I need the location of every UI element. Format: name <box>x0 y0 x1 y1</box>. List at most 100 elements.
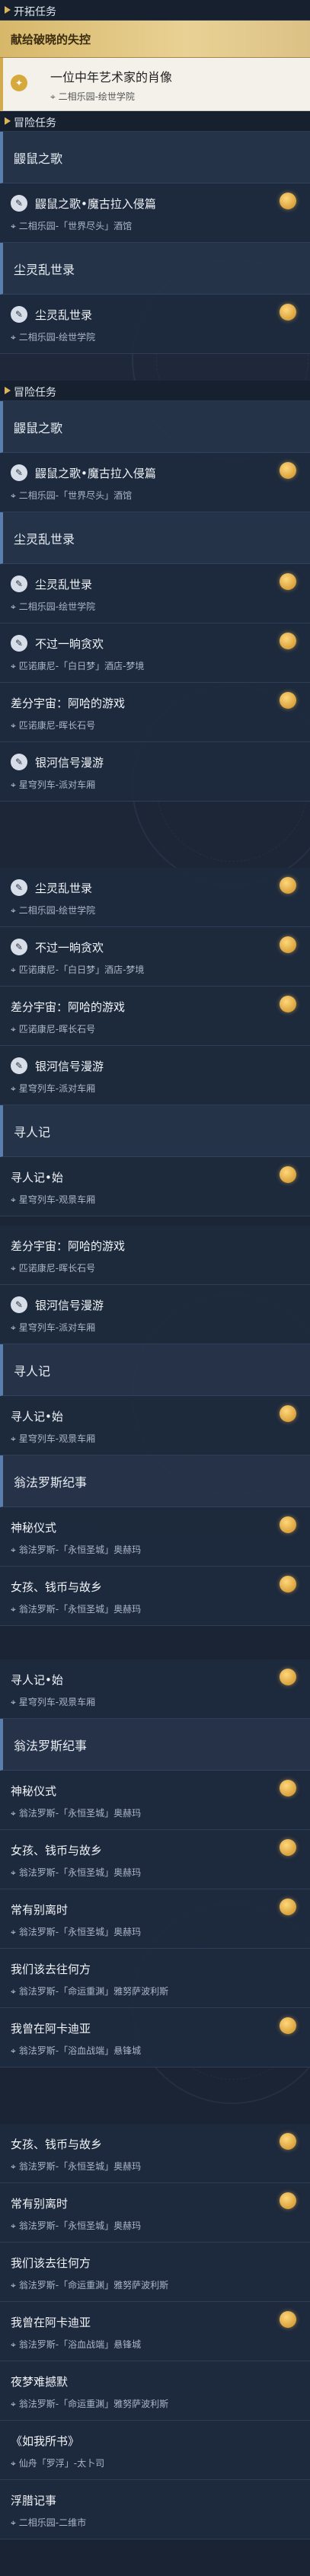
quest-location-text: 二相乐园-「世界尽头」酒馆 <box>18 490 133 501</box>
group-xrj[interactable]: 寻人记 <box>0 1344 310 1396</box>
quest-card[interactable]: 我们该去往何方 ⌖ 翁法罗斯-「命运重渊」雅努萨波利斯 <box>0 2243 310 2302</box>
quest-card[interactable]: ✎ 鼹鼠之歌•魔古拉入侵篇 ⌖ 二相乐园-「世界尽头」酒馆 <box>0 453 310 512</box>
quest-card[interactable]: ✎ 银河信号漫游 ⌖ 星穹列车-派对车厢 <box>0 1285 310 1344</box>
quest-card[interactable]: 差分宇宙：阿哈的游戏 ⌖ 匹诺康尼-晖长石号 <box>0 1226 310 1285</box>
quest-card[interactable]: ✎ 尘灵乱世录 ⌖ 二相乐园-绘世学院 <box>0 295 310 354</box>
quest-title: 女孩、钱币与故乡 <box>11 2138 103 2151</box>
gold-coin-icon <box>280 633 296 649</box>
quest-location-text: 二相乐园-二维市 <box>18 2517 87 2528</box>
quest-location: ⌖ 翁法罗斯-「永恒圣城」奥赫玛 <box>11 1866 141 1879</box>
map-pin-icon: ⌖ <box>11 2045 16 2056</box>
quest-location: ⌖ 二相乐园-绘世学院 <box>11 904 95 917</box>
quest-title: 我曾在阿卡迪亚 <box>11 2316 91 2329</box>
map-pin-icon: ⌖ <box>11 1433 16 1444</box>
quest-location-text: 星穹列车-观景车厢 <box>18 1433 96 1444</box>
section-header-trailblaze: 开拓任务 <box>0 0 310 21</box>
quest-location: ⌖ 匹诺康尼-晖长石号 <box>11 719 95 732</box>
trailblaze-active-quest[interactable]: ✦ 一位中年艺术家的肖像 ⌖ 二相乐园-绘世学院 <box>0 58 310 111</box>
quest-card[interactable]: 女孩、钱币与故乡 ⌖ 翁法罗斯-「永恒圣城」奥赫玛 <box>0 2124 310 2183</box>
quest-card[interactable]: 常有别离时 ⌖ 翁法罗斯-「永恒圣城」奥赫玛 <box>0 1889 310 1949</box>
group-cj[interactable]: 尘灵乱世录 <box>0 512 310 564</box>
map-pin-icon: ⌖ <box>11 601 16 612</box>
quest-title: 《如我所书》 <box>11 2434 80 2448</box>
quest-title: 神秘仪式 <box>11 1521 57 1535</box>
quest-card[interactable]: 女孩、钱币与故乡 ⌖ 翁法罗斯-「永恒圣城」奥赫玛 <box>0 1830 310 1889</box>
quest-location: ⌖ 匹诺康尼-晖长石号 <box>11 1261 95 1274</box>
group-xrj[interactable]: 寻人记 <box>0 1105 310 1157</box>
quest-location-text: 二相乐园-绘世学院 <box>18 332 96 343</box>
quest-title: 浮腊记事 <box>11 2494 57 2507</box>
quest-card[interactable]: 差分宇宙：阿哈的游戏 ⌖ 匹诺康尼-晖长石号 <box>0 987 310 1046</box>
map-pin-icon: ⌖ <box>50 91 59 102</box>
quest-title: 女孩、钱币与故乡 <box>11 1844 103 1857</box>
quest-card[interactable]: 我们该去往何方 ⌖ 翁法罗斯-「命运重渊」雅努萨波利斯 <box>0 1949 310 2008</box>
map-pin-icon: ⌖ <box>11 1322 16 1333</box>
gold-coin-icon <box>280 2017 296 2034</box>
quest-location-text: 翁法罗斯-「永恒圣城」奥赫玛 <box>18 1927 142 1937</box>
quest-card[interactable]: 《如我所书》 ⌖ 仙舟「罗浮」-太卜司 <box>0 2421 310 2480</box>
group-gyy[interactable]: 鼹鼠之歌 <box>0 132 310 183</box>
quest-title: 鼹鼠之歌•魔古拉入侵篇 <box>35 197 156 211</box>
quest-card[interactable]: ✎ 银河信号漫游 ⌖ 星穹列车-派对车厢 <box>0 742 310 802</box>
quest-card[interactable]: ✎ 不过一晌贪欢 ⌖ 匹诺康尼-「白日梦」酒店-梦境 <box>0 927 310 987</box>
gold-coin-icon <box>280 1780 296 1797</box>
quest-location: ⌖ 翁法罗斯-「命运重渊」雅努萨波利斯 <box>11 2397 168 2410</box>
quest-card[interactable]: 我曾在阿卡迪亚 ⌖ 翁法罗斯-「浴血战端」悬锋城 <box>0 2302 310 2361</box>
quest-location-text: 翁法罗斯-「命运重渊」雅努萨波利斯 <box>18 2280 169 2291</box>
quest-card[interactable]: ✎ 尘灵乱世录 ⌖ 二相乐园-绘世学院 <box>0 564 310 623</box>
map-pin-icon: ⌖ <box>11 1986 16 1997</box>
group-title: 尘灵乱世录 <box>14 532 75 547</box>
quest-card[interactable]: 寻人记•始 ⌖ 星穹列车-观景车厢 <box>0 1157 310 1216</box>
quest-location: ⌖ 二相乐园-绘世学院 <box>50 90 135 103</box>
map-pin-icon: ⌖ <box>11 779 16 790</box>
quest-location: ⌖ 二相乐园-绘世学院 <box>11 600 95 613</box>
quest-log-screen: 开拓任务 献给破晓的失控 ✦ 一位中年艺术家的肖像 ⌖ 二相乐园-绘世学院 冒险… <box>0 0 310 2576</box>
quest-scroll-icon: ✎ <box>11 306 27 323</box>
quest-card[interactable]: ✎ 银河信号漫游 ⌖ 星穹列车-派对车厢 <box>0 1046 310 1105</box>
quest-title: 尘灵乱世录 <box>35 308 93 322</box>
quest-card[interactable]: 浮腊记事 ⌖ 二相乐园-二维市 <box>0 2480 310 2539</box>
gold-coin-icon <box>280 877 296 894</box>
quest-scroll-icon: ✎ <box>11 1057 27 1074</box>
quest-scroll-icon: ✦ <box>11 75 27 91</box>
quest-title: 女孩、钱币与故乡 <box>11 1580 103 1594</box>
map-pin-icon: ⌖ <box>11 964 16 975</box>
quest-card[interactable]: 差分宇宙：阿哈的游戏 ⌖ 匹诺康尼-晖长石号 <box>0 683 310 742</box>
quest-title: 神秘仪式 <box>11 1784 57 1798</box>
group-cj[interactable]: 尘灵乱世录 <box>0 243 310 295</box>
quest-card[interactable]: 女孩、钱币与故乡 ⌖ 翁法罗斯-「永恒圣城」奥赫玛 <box>0 1567 310 1626</box>
gold-coin-icon <box>280 1576 296 1592</box>
quest-card[interactable]: 寻人记•始 ⌖ 星穹列车-观景车厢 <box>0 1659 310 1719</box>
quest-location-text: 匹诺康尼-「白日梦」酒店-梦境 <box>18 661 145 671</box>
quest-location-text: 仙舟「罗浮」-太卜司 <box>18 2458 105 2469</box>
quest-location-text: 匹诺康尼-晖长石号 <box>18 1024 96 1035</box>
quest-location: ⌖ 二相乐园-二维市 <box>11 2516 86 2529</box>
group-wf[interactable]: 翁法罗斯纪事 <box>0 1455 310 1507</box>
quest-title: 我们该去往何方 <box>11 2256 91 2270</box>
gold-coin-icon <box>280 1839 296 1856</box>
group-gyy[interactable]: 鼹鼠之歌 <box>0 401 310 453</box>
group-title: 鼹鼠之歌 <box>14 421 63 435</box>
quest-card[interactable]: 神秘仪式 ⌖ 翁法罗斯-「永恒圣城」奥赫玛 <box>0 1771 310 1830</box>
quest-location-text: 匹诺康尼-「白日梦」酒店-梦境 <box>18 964 145 975</box>
quest-location: ⌖ 翁法罗斯-「永恒圣城」奥赫玛 <box>11 1602 141 1615</box>
map-pin-icon: ⌖ <box>11 905 16 916</box>
trailblaze-quest-group[interactable]: 献给破晓的失控 <box>0 21 310 58</box>
group-wf[interactable]: 翁法罗斯纪事 <box>0 1719 310 1771</box>
quest-title: 尘灵乱世录 <box>35 882 93 895</box>
flag-icon <box>5 117 11 125</box>
quest-card[interactable]: ✎ 鼹鼠之歌•魔古拉入侵篇 ⌖ 二相乐园-「世界尽头」酒馆 <box>0 183 310 243</box>
quest-card[interactable]: 夜梦难撼默 ⌖ 翁法罗斯-「命运重渊」雅努萨波利斯 <box>0 2361 310 2421</box>
gold-coin-icon <box>280 1899 296 1915</box>
quest-card[interactable]: ✎ 尘灵乱世录 ⌖ 二相乐园-绘世学院 <box>0 868 310 927</box>
quest-card[interactable]: ✎ 不过一晌贪欢 ⌖ 匹诺康尼-「白日梦」酒店-梦境 <box>0 623 310 683</box>
quest-location-text: 翁法罗斯-「浴血战端」悬锋城 <box>18 2045 142 2056</box>
map-pin-icon: ⌖ <box>11 1263 16 1274</box>
quest-scroll-icon: ✎ <box>11 879 27 896</box>
quest-card[interactable]: 寻人记•始 ⌖ 星穹列车-观景车厢 <box>0 1396 310 1455</box>
section-header-adventure: 冒险任务 <box>0 111 310 132</box>
quest-card[interactable]: 神秘仪式 ⌖ 翁法罗斯-「永恒圣城」奥赫玛 <box>0 1507 310 1567</box>
quest-card[interactable]: 我曾在阿卡迪亚 ⌖ 翁法罗斯-「浴血战端」悬锋城 <box>0 2008 310 2067</box>
gold-coin-icon <box>280 573 296 590</box>
quest-card[interactable]: 常有别离时 ⌖ 翁法罗斯-「永恒圣城」奥赫玛 <box>0 2183 310 2243</box>
